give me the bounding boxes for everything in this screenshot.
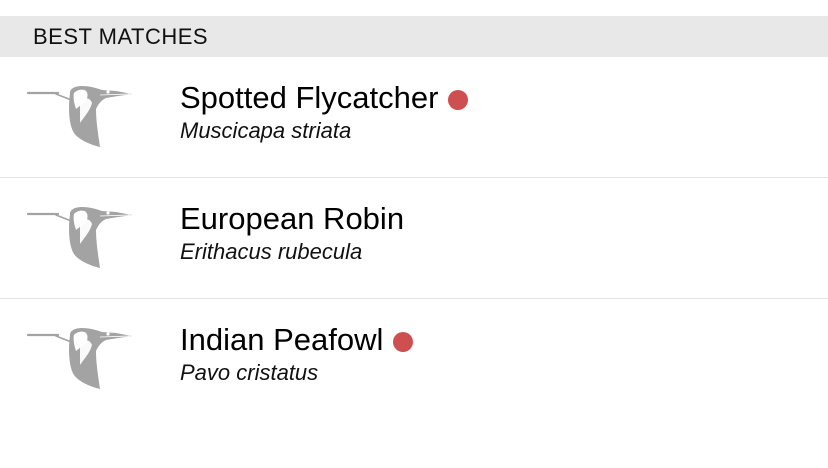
top-spacer xyxy=(0,0,828,16)
sighting-indicator-dot xyxy=(448,89,469,110)
common-name: European Robin xyxy=(180,201,405,236)
bird-silhouette-icon xyxy=(26,327,136,393)
scientific-name: Muscicapa striata xyxy=(180,118,352,143)
common-name: Indian Peafowl xyxy=(180,322,384,357)
result-row[interactable]: Indian Peafowl Pavo cristatus xyxy=(0,299,828,420)
common-name: Spotted Flycatcher xyxy=(180,80,439,115)
section-header: BEST MATCHES xyxy=(0,16,828,57)
result-text: European Robin Erithacus rubecula xyxy=(180,200,404,266)
scientific-name: Pavo cristatus xyxy=(180,360,319,385)
sighting-indicator-dot xyxy=(393,331,414,352)
section-title: BEST MATCHES xyxy=(33,23,209,49)
bird-silhouette-icon xyxy=(26,85,136,151)
result-row[interactable]: European Robin Erithacus rubecula xyxy=(0,178,828,299)
bird-silhouette-icon xyxy=(26,206,136,272)
result-text: Indian Peafowl Pavo cristatus xyxy=(180,321,414,387)
scientific-name: Erithacus rubecula xyxy=(180,239,363,264)
results-list: Spotted Flycatcher Muscicapa striata Eur… xyxy=(0,57,828,420)
result-text: Spotted Flycatcher Muscicapa striata xyxy=(180,79,469,145)
result-row[interactable]: Spotted Flycatcher Muscicapa striata xyxy=(0,57,828,178)
